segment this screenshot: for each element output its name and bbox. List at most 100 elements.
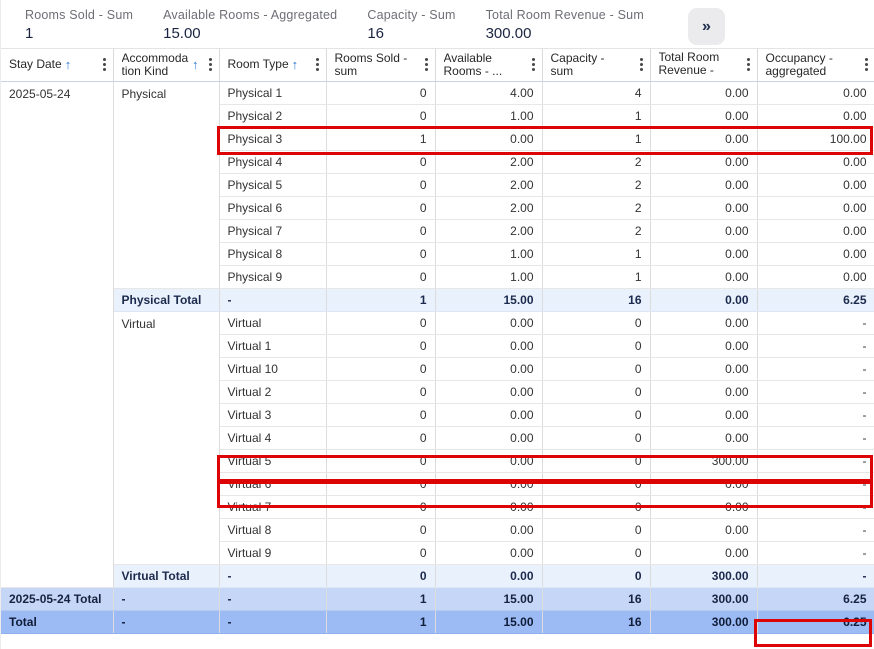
expand-panel-button[interactable]: » — [688, 8, 725, 45]
table-cell: 2.00 — [435, 173, 542, 196]
column-header-total-room-revenue-sum[interactable]: Total Room Revenue - sum — [650, 49, 757, 81]
table-cell: 0 — [542, 403, 650, 426]
table-cell: 0 — [542, 311, 650, 334]
table-cell: Virtual 7 — [219, 495, 326, 518]
sort-ascending-icon[interactable]: ↑ — [192, 58, 199, 71]
table-cell: Physical 6 — [219, 196, 326, 219]
table-cell: 0.00 — [650, 311, 757, 334]
column-menu-icon[interactable] — [421, 56, 432, 73]
stat-value: 300.00 — [486, 24, 644, 44]
column-menu-icon[interactable] — [636, 56, 647, 73]
table-cell: 0 — [542, 564, 650, 587]
column-menu-icon[interactable] — [205, 56, 216, 73]
table-cell: 0.00 — [650, 380, 757, 403]
table-cell: 1 — [542, 242, 650, 265]
table-cell: 1.00 — [435, 104, 542, 127]
column-header-capacity-sum[interactable]: Capacity - sum — [542, 49, 650, 81]
table-cell: - — [757, 357, 874, 380]
table-cell: 0.00 — [757, 81, 874, 104]
table-cell: 0.00 — [650, 495, 757, 518]
table-cell: Physical 7 — [219, 219, 326, 242]
table-cell: 0.00 — [650, 518, 757, 541]
table-cell: - — [757, 541, 874, 564]
table-cell: 2.00 — [435, 150, 542, 173]
column-header-stay-date[interactable]: Stay Date↑ — [1, 49, 113, 81]
table-cell: 1 — [542, 127, 650, 150]
column-menu-icon[interactable] — [743, 56, 754, 73]
table-row: Total--115.0016300.006.25 — [1, 610, 874, 633]
column-menu-icon[interactable] — [99, 56, 110, 73]
double-chevron-right-icon: » — [702, 18, 711, 35]
sort-ascending-icon[interactable]: ↑ — [292, 58, 299, 71]
table-cell: 0.00 — [757, 104, 874, 127]
table-cell: Physical — [113, 81, 219, 288]
summary-bar: Rooms Sold - Sum 1 Available Rooms - Agg… — [1, 0, 874, 49]
table-cell: 0 — [542, 518, 650, 541]
table-cell: 2.00 — [435, 219, 542, 242]
column-label: Room Type — [228, 58, 289, 71]
table-cell: 0.00 — [650, 173, 757, 196]
table-cell: 15.00 — [435, 587, 542, 610]
table-cell: 0.00 — [757, 173, 874, 196]
column-header-occupancy-aggregated[interactable]: Occupancy - aggregated — [757, 49, 874, 81]
table-cell: 0.00 — [650, 403, 757, 426]
table-cell: Virtual 6 — [219, 472, 326, 495]
stat-total-room-revenue: Total Room Revenue - Sum 300.00 — [486, 8, 644, 44]
table-cell: Physical 1 — [219, 81, 326, 104]
table-cell: Virtual Total — [113, 564, 219, 587]
table-cell: - — [219, 288, 326, 311]
table-cell: Physical 9 — [219, 265, 326, 288]
table-cell: 0 — [326, 196, 435, 219]
table-cell: 2025-05-24 Total — [1, 587, 113, 610]
column-menu-icon[interactable] — [528, 56, 539, 73]
table-cell: Physical Total — [113, 288, 219, 311]
sort-ascending-icon[interactable]: ↑ — [65, 58, 72, 71]
table-cell: 0 — [326, 219, 435, 242]
table-cell: Total — [1, 610, 113, 633]
table-cell: 0.00 — [435, 334, 542, 357]
table-cell: - — [757, 564, 874, 587]
stat-label: Rooms Sold - Sum — [25, 8, 133, 23]
table-cell: 0.00 — [435, 403, 542, 426]
column-header-room-type[interactable]: Room Type↑ — [219, 49, 326, 81]
table-cell: 0 — [326, 495, 435, 518]
table-cell: Virtual — [219, 311, 326, 334]
pivot-report-page: Rooms Sold - Sum 1 Available Rooms - Agg… — [0, 0, 874, 649]
table-cell: 1 — [326, 127, 435, 150]
table-cell: 0 — [542, 449, 650, 472]
table-cell: 0.00 — [650, 357, 757, 380]
table-cell: 6.25 — [757, 587, 874, 610]
table-cell: 0.00 — [435, 518, 542, 541]
table-cell: 0.00 — [757, 219, 874, 242]
stat-label: Total Room Revenue - Sum — [486, 8, 644, 23]
table-cell: 100.00 — [757, 127, 874, 150]
column-header-accommodation-kind[interactable]: Accommodation Kind↑ — [113, 49, 219, 81]
column-menu-icon[interactable] — [312, 56, 323, 73]
table-cell: 0.00 — [435, 541, 542, 564]
column-label: Available Rooms - ... — [444, 52, 522, 78]
table-cell: Physical 3 — [219, 127, 326, 150]
table-cell: 1 — [326, 587, 435, 610]
column-header-available-rooms[interactable]: Available Rooms - ... — [435, 49, 542, 81]
table-cell: 0 — [326, 104, 435, 127]
column-header-rooms-sold-sum[interactable]: Rooms Sold - sum — [326, 49, 435, 81]
column-menu-icon[interactable] — [861, 56, 872, 73]
table-cell: 0.00 — [650, 242, 757, 265]
table-cell: 0.00 — [435, 472, 542, 495]
table-cell: 0 — [542, 472, 650, 495]
table-cell: 300.00 — [650, 587, 757, 610]
table-cell: - — [219, 564, 326, 587]
table-cell: 6.25 — [757, 288, 874, 311]
table-cell: 0 — [542, 541, 650, 564]
table-cell: 0.00 — [435, 564, 542, 587]
table-cell: 0.00 — [757, 265, 874, 288]
table-cell: 16 — [542, 587, 650, 610]
table-cell: - — [757, 426, 874, 449]
table-cell: Virtual 9 — [219, 541, 326, 564]
table-cell: 300.00 — [650, 610, 757, 633]
column-label: Stay Date — [9, 58, 62, 71]
table-cell: Virtual 5 — [219, 449, 326, 472]
table-cell: 0.00 — [650, 104, 757, 127]
table-cell: 16 — [542, 288, 650, 311]
table-cell: 2 — [542, 150, 650, 173]
